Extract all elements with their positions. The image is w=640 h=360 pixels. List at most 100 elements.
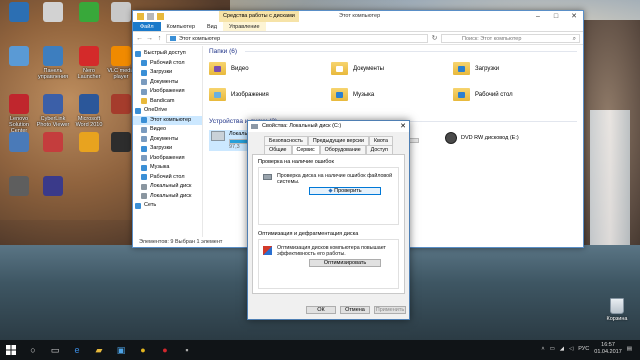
folder-item[interactable]: Загрузки [453, 62, 499, 75]
desktop-icon[interactable] [72, 132, 106, 154]
folder-item[interactable]: Документы [331, 62, 384, 75]
forward-arrow-icon[interactable]: → [146, 35, 153, 42]
bandicam-icon[interactable]: ● [154, 340, 176, 360]
folder-item[interactable]: Музыка [331, 88, 374, 101]
nav-item-icon [141, 136, 147, 143]
new-folder-icon[interactable] [157, 13, 164, 20]
language-indicator[interactable]: РУС [578, 346, 589, 352]
nav-item[interactable]: Рабочий стол [133, 59, 202, 69]
desktop-icon[interactable] [36, 176, 70, 198]
folder-item[interactable]: Видео [209, 62, 249, 75]
notifications-icon[interactable]: ▤ [627, 346, 632, 352]
nav-item[interactable]: Загрузки [133, 68, 202, 78]
nav-item[interactable]: Локальный диск [133, 192, 202, 202]
nav-item[interactable]: Изображения [133, 87, 202, 97]
tab-quota[interactable]: Квота [368, 136, 393, 145]
desktop-icon[interactable]: Microsoft Word 2010 [72, 94, 106, 128]
tab-tools[interactable]: Сервис [291, 145, 320, 154]
nav-item[interactable]: Этот компьютер [133, 115, 202, 125]
window-title: Этот компьютер [339, 13, 381, 19]
check-button[interactable]: ◆ Проверить [309, 187, 381, 195]
up-arrow-icon[interactable]: ↑ [156, 35, 163, 42]
dvd-drive[interactable]: DVD RW дисковод (E:) [445, 132, 519, 144]
app-icon[interactable]: ▪ [176, 340, 198, 360]
desktop-icon[interactable] [2, 46, 36, 68]
desktop-icon[interactable]: CyberLink Photo Viewer [36, 94, 70, 128]
cancel-button[interactable]: Отмена [340, 306, 370, 314]
app-icon [43, 94, 63, 114]
properties-icon[interactable] [147, 13, 154, 20]
nav-item-label: Видео [150, 126, 167, 132]
nav-item[interactable]: Документы [133, 78, 202, 88]
optimize-button[interactable]: Оптимизировать [309, 259, 381, 267]
tab-view[interactable]: Вид [201, 22, 223, 31]
desktop-icon[interactable] [2, 176, 36, 198]
network-icon[interactable]: ◢ [560, 346, 564, 352]
volume-icon[interactable]: ◁ [569, 346, 573, 352]
nav-item[interactable]: Видео [133, 125, 202, 135]
explorer-titlebar[interactable]: Средства работы с дисками Этот компьютер… [133, 11, 583, 22]
tab-computer[interactable]: Компьютер [161, 22, 201, 31]
recycle-bin[interactable]: Корзина [604, 298, 630, 322]
nav-item[interactable]: OneDrive [133, 106, 202, 116]
nav-item[interactable]: Документы [133, 135, 202, 145]
minimize-button[interactable]: – [529, 11, 547, 22]
error-check-text: Проверка диска на наличие ошибок файлово… [277, 173, 393, 185]
maximize-button[interactable]: □ [547, 11, 565, 22]
nav-item[interactable]: Сеть [133, 201, 202, 211]
edge-icon[interactable]: e [66, 340, 88, 360]
nav-item[interactable]: Музыка [133, 163, 202, 173]
nav-item[interactable]: Рабочий стол [133, 173, 202, 183]
tab-sharing[interactable]: Доступ [365, 145, 393, 154]
nav-item[interactable]: Изображения [133, 154, 202, 164]
battery-icon[interactable]: ▭ [550, 346, 555, 352]
tray-arrow-icon[interactable]: ˄ [541, 346, 544, 352]
dialog-titlebar[interactable]: Свойства: Локальный диск (C:) ✕ [248, 121, 409, 132]
nav-item[interactable]: Локальный диск [133, 182, 202, 192]
close-button[interactable]: ✕ [565, 11, 583, 22]
desktop-icon[interactable]: Панель управления [36, 46, 70, 80]
address-input[interactable]: Этот компьютер [166, 33, 428, 43]
nav-item[interactable]: Bandicam [133, 97, 202, 107]
nav-item[interactable]: Загрузки [133, 144, 202, 154]
chrome-icon[interactable]: ● [132, 340, 154, 360]
folder-badge-icon [458, 92, 465, 98]
folders-group-header[interactable]: Папки (6) [205, 46, 577, 57]
desktop-icon[interactable] [2, 132, 36, 154]
recycle-bin-label: Корзина [606, 316, 628, 322]
folder-item[interactable]: Рабочий стол [453, 88, 513, 101]
file-explorer-icon[interactable]: ▰ [88, 340, 110, 360]
desktop-icon[interactable]: Lenovo Solution Center [2, 94, 36, 134]
search-input[interactable]: Поиск: Этот компьютер ⌕ [441, 33, 580, 43]
apply-button[interactable]: Применить [374, 306, 406, 314]
app-icon [43, 176, 63, 196]
tab-general[interactable]: Общие [264, 145, 292, 154]
desktop-icon[interactable]: Nero Launcher [72, 46, 106, 80]
folder-badge-icon [336, 92, 343, 98]
store-icon[interactable]: ▣ [110, 340, 132, 360]
folder-item[interactable]: Изображения [209, 88, 269, 101]
desktop-icon[interactable] [72, 2, 106, 24]
desktop-icon[interactable] [2, 2, 36, 24]
task-view-icon[interactable]: ▭ [44, 340, 66, 360]
ok-button[interactable]: ОК [306, 306, 336, 314]
back-arrow-icon[interactable]: ← [136, 35, 143, 42]
desktop-icon[interactable] [36, 132, 70, 154]
folder-icon[interactable] [137, 13, 144, 20]
tab-previous-versions[interactable]: Предыдущие версии [307, 136, 369, 145]
folder-icon [209, 88, 226, 101]
nav-item-label: Сеть [144, 202, 157, 208]
tab-file[interactable]: Файл [133, 22, 161, 31]
tab-manage[interactable]: Управление [222, 22, 266, 31]
start-button[interactable] [0, 340, 22, 360]
cortana-search-icon[interactable]: ○ [22, 340, 44, 360]
tab-hardware[interactable]: Оборудование [319, 145, 366, 154]
refresh-icon[interactable]: ↻ [431, 34, 438, 42]
desktop-icon[interactable] [36, 2, 70, 24]
tab-security[interactable]: Безопасность [264, 136, 308, 145]
app-icon [111, 46, 131, 66]
nav-item[interactable]: Быстрый доступ [133, 49, 202, 59]
clock[interactable]: 16:57 01.04.2017 [594, 342, 622, 356]
folder-label: Изображения [231, 91, 269, 98]
dialog-close-icon[interactable]: ✕ [400, 121, 406, 132]
